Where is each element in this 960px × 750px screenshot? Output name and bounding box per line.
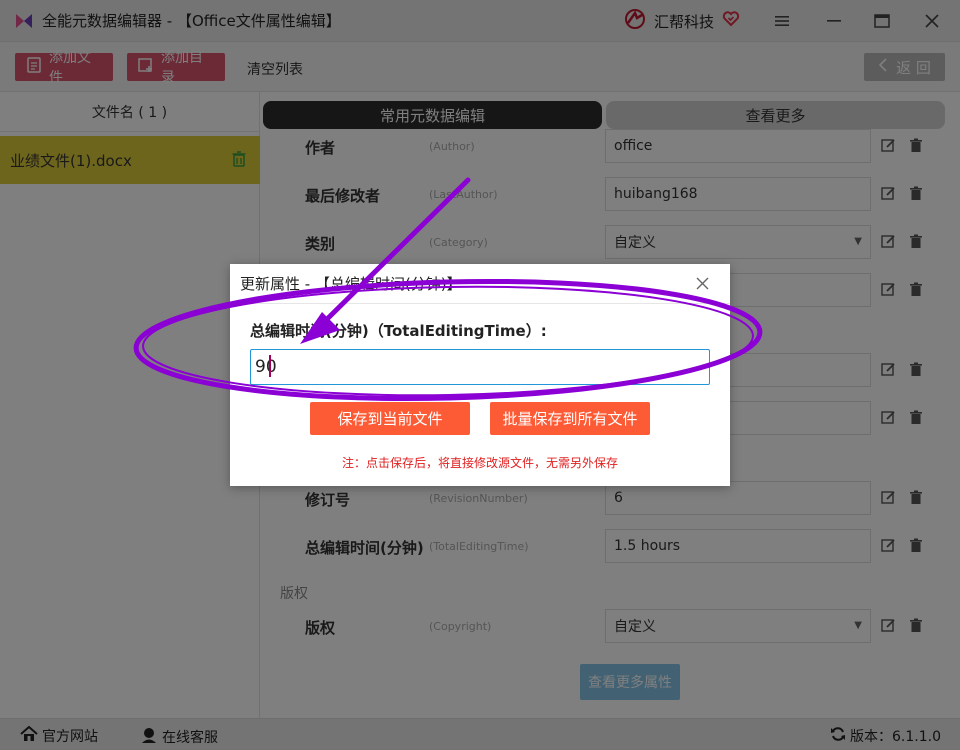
save-current-file-button[interactable]: 保存到当前文件 xyxy=(310,402,470,435)
dialog-title: 更新属性 - 【总编辑时间(分钟)】 xyxy=(230,264,730,304)
close-icon[interactable] xyxy=(696,274,709,295)
editing-time-input[interactable] xyxy=(250,349,710,385)
update-property-dialog: 更新属性 - 【总编辑时间(分钟)】 总编辑时间(分钟)（TotalEditin… xyxy=(230,264,730,486)
dialog-field-label: 总编辑时间(分钟)（TotalEditingTime）: xyxy=(250,322,547,340)
save-all-files-button[interactable]: 批量保存到所有文件 xyxy=(490,402,650,435)
text-cursor xyxy=(269,355,271,377)
save-warning-note: 注：点击保存后，将直接修改源文件，无需另外保存 xyxy=(341,456,618,470)
